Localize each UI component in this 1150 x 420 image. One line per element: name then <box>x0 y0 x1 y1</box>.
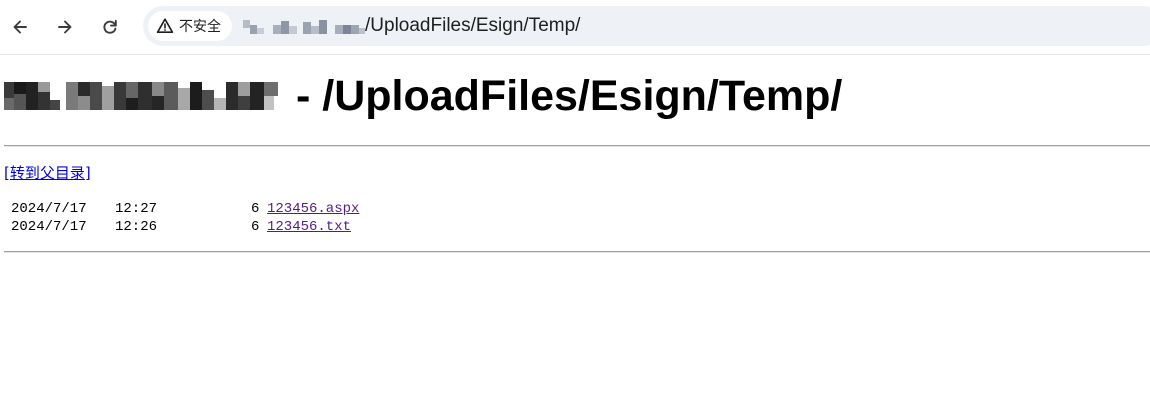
arrow-right-icon <box>58 20 72 34</box>
file-link[interactable]: 123456.txt <box>267 218 351 236</box>
address-bar[interactable]: 不安全 /UploadFiles/Esign/Temp/ <box>143 6 1150 46</box>
redacted-host-heading-mosaic <box>4 82 278 110</box>
file-time: 12:26 <box>115 219 158 235</box>
url-path-text: /UploadFiles/Esign/Temp/ <box>365 15 581 36</box>
file-link[interactable]: 123456.aspx <box>267 200 359 218</box>
reload-button[interactable] <box>94 11 126 43</box>
page-title: - /UploadFiles/Esign/Temp/ <box>296 72 843 120</box>
reload-icon <box>103 19 117 34</box>
forward-button[interactable] <box>49 11 81 43</box>
file-row: 2024/7/17 12:26 6 123456.txt <box>11 218 611 236</box>
bottom-divider <box>4 251 1150 253</box>
security-label: 不安全 <box>179 19 221 35</box>
warning-triangle-icon <box>156 18 174 33</box>
arrow-left-icon <box>13 20 27 34</box>
top-divider <box>4 145 1150 147</box>
file-time: 12:27 <box>115 201 158 217</box>
file-listing: 2024/7/17 12:27 6 123456.aspx 2024/7/17 … <box>11 200 611 236</box>
browser-toolbar: 不安全 /UploadFiles/Esign/Temp/ <box>0 0 1150 55</box>
file-date: 2024/7/17 <box>11 201 87 217</box>
file-row: 2024/7/17 12:27 6 123456.aspx <box>11 200 611 218</box>
site-security-chip[interactable]: 不安全 <box>148 11 232 41</box>
file-size: 6 <box>251 201 260 217</box>
file-size: 6 <box>251 219 260 235</box>
back-button[interactable] <box>4 11 36 43</box>
parent-directory-link[interactable]: [转到父目录] <box>4 162 91 183</box>
file-date: 2024/7/17 <box>11 219 87 235</box>
page-heading: - /UploadFiles/Esign/Temp/ <box>0 66 1150 126</box>
redacted-host-mosaic <box>243 20 365 34</box>
